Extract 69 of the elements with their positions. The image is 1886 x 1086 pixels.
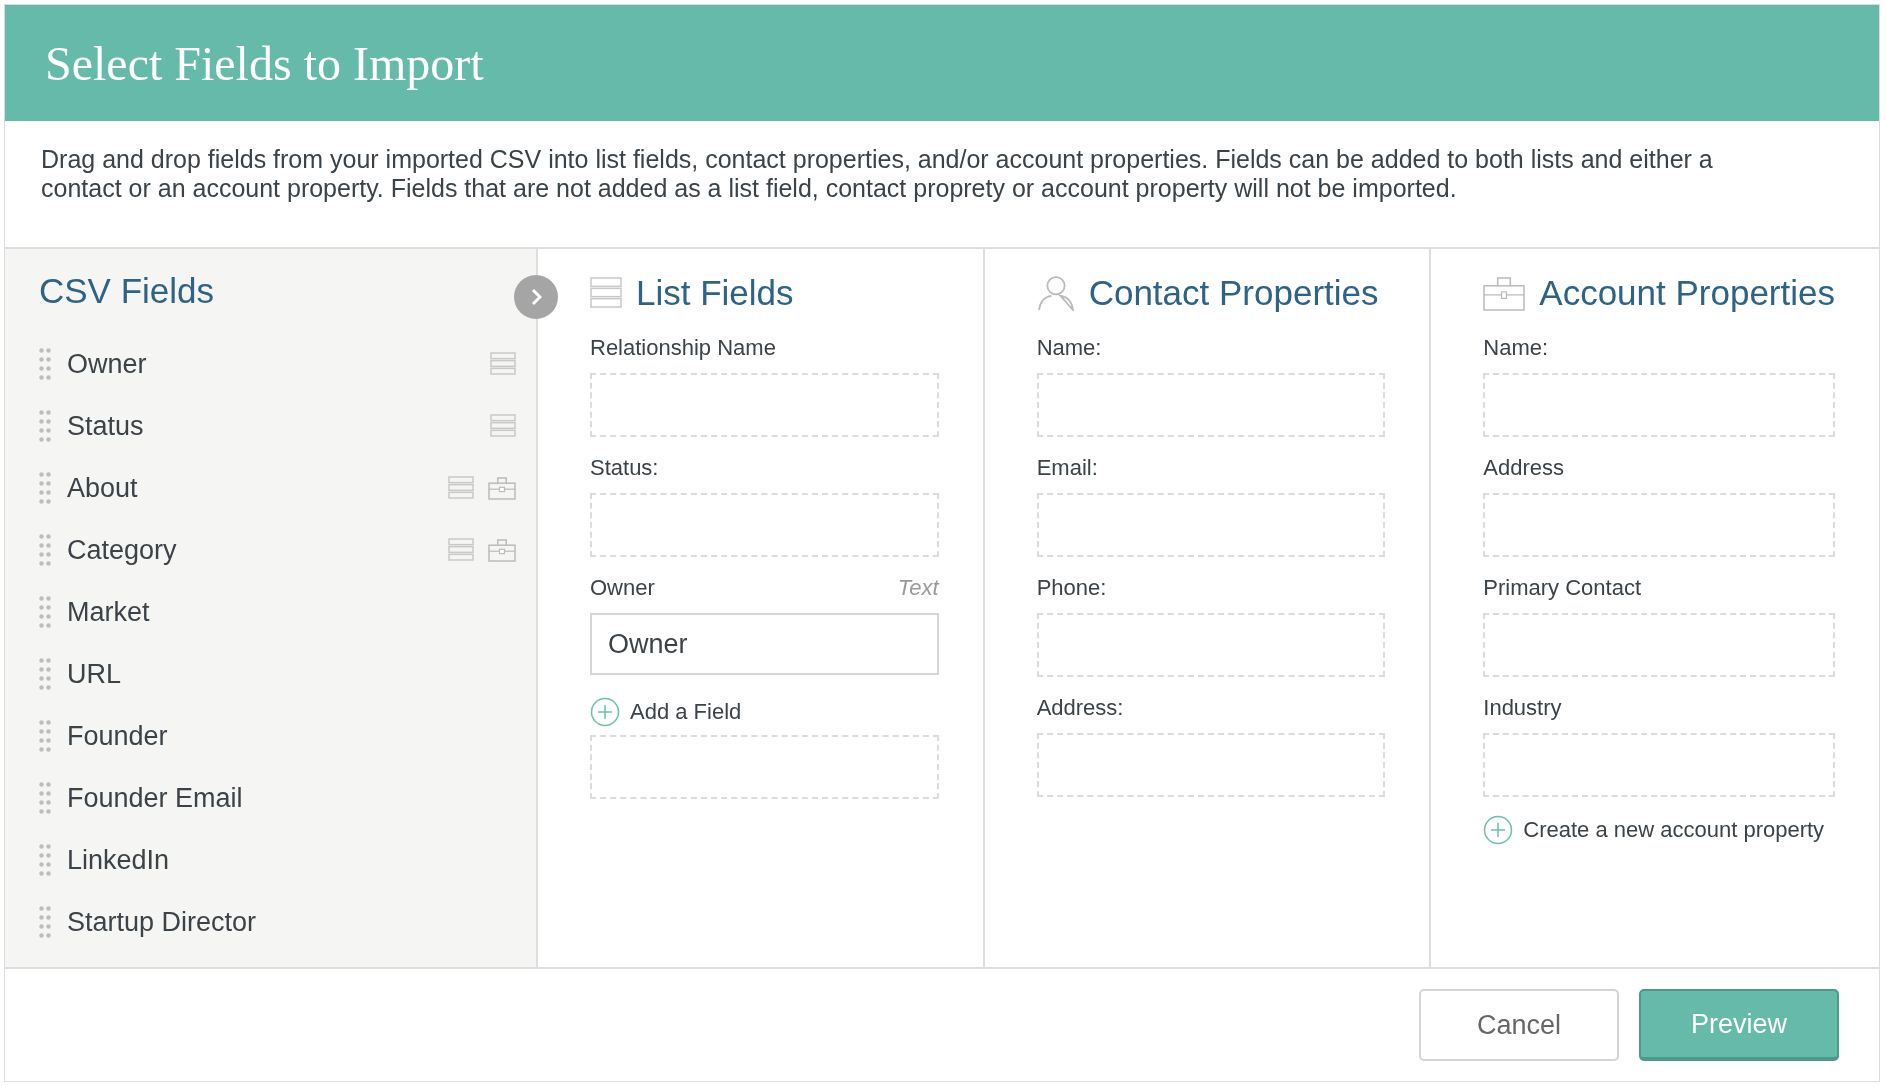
drop-zone[interactable] [1483,613,1835,677]
csv-field-item[interactable]: Owner [39,333,536,395]
field-label: Market [67,596,151,628]
field-label: Founder Email [67,782,244,814]
drop-zone[interactable] [1483,733,1835,797]
csv-field-item[interactable]: About [39,457,536,519]
drop-zone[interactable] [1036,733,1386,797]
field-label: Address: [1036,695,1124,721]
csv-field-item[interactable]: Founder [39,705,536,767]
field-label: Email: [1036,455,1098,481]
csv-field-item[interactable]: LinkedIn [39,829,536,891]
expand-button[interactable] [514,275,558,319]
drop-zone[interactable] [1483,493,1835,557]
chevron-right-icon [530,288,542,306]
drag-handle-icon [39,658,51,690]
drop-zone[interactable] [1036,613,1386,677]
field-label: Startup Director [67,906,258,938]
drag-handle-icon [39,472,51,504]
field-label: Relationship Name [590,335,776,361]
field-label: Primary Contact [1483,575,1641,601]
plus-circle-icon [590,697,620,727]
person-icon [1036,275,1075,311]
column-title: List Fields [636,273,794,313]
drag-handle-icon [39,348,51,380]
drag-handle-icon [39,844,51,876]
field-label: Name: [1483,335,1549,361]
csv-field-item[interactable]: Startup Director [39,891,536,953]
field-label: Status: [590,455,659,481]
cancel-button[interactable]: Cancel [1419,989,1619,1061]
field-label: Owner [590,575,655,601]
field-label: Founder [67,720,169,752]
csv-field-item[interactable]: Founder Email [39,767,536,829]
drag-handle-icon [39,782,51,814]
drop-zone[interactable] [590,735,939,799]
field-label: Name: [1036,335,1102,361]
drop-zone[interactable] [590,493,939,557]
input-field[interactable]: Owner [590,613,939,675]
column-title: Account Properties [1539,273,1835,313]
drag-handle-icon [39,906,51,938]
drop-zone[interactable] [1483,373,1835,437]
drop-zone[interactable] [590,373,939,437]
field-label: Category [67,534,178,566]
field-label: URL [67,658,122,690]
column-title: Contact Properties [1088,273,1379,313]
list-icon [590,277,622,309]
drag-handle-icon [39,720,51,752]
field-label: About [67,472,139,504]
field-type-label: Text [897,575,939,601]
field-label: Status [67,410,145,442]
field-label: Address [1483,455,1564,481]
add-link[interactable]: Add a Field [590,697,939,727]
field-label: LinkedIn [67,844,171,876]
drop-zone[interactable] [1036,493,1386,557]
dialog-title: Select Fields to Import [45,35,484,91]
csv-field-item[interactable]: URL [39,643,536,705]
panel-title: CSV Fields [39,271,215,311]
csv-field-item[interactable]: Category [39,519,536,581]
field-label: Industry [1483,695,1562,721]
drop-zone[interactable] [1036,373,1386,437]
csv-field-item[interactable]: Market [39,581,536,643]
drag-handle-icon [39,534,51,566]
field-label: Phone: [1036,575,1107,601]
plus-circle-icon [1483,815,1514,845]
drag-handle-icon [39,596,51,628]
add-link[interactable]: Create a new account property [1483,815,1835,845]
csv-field-item[interactable]: Status [39,395,536,457]
field-label: Owner [67,348,148,380]
drag-handle-icon [39,410,51,442]
briefcase-icon [1483,275,1526,311]
